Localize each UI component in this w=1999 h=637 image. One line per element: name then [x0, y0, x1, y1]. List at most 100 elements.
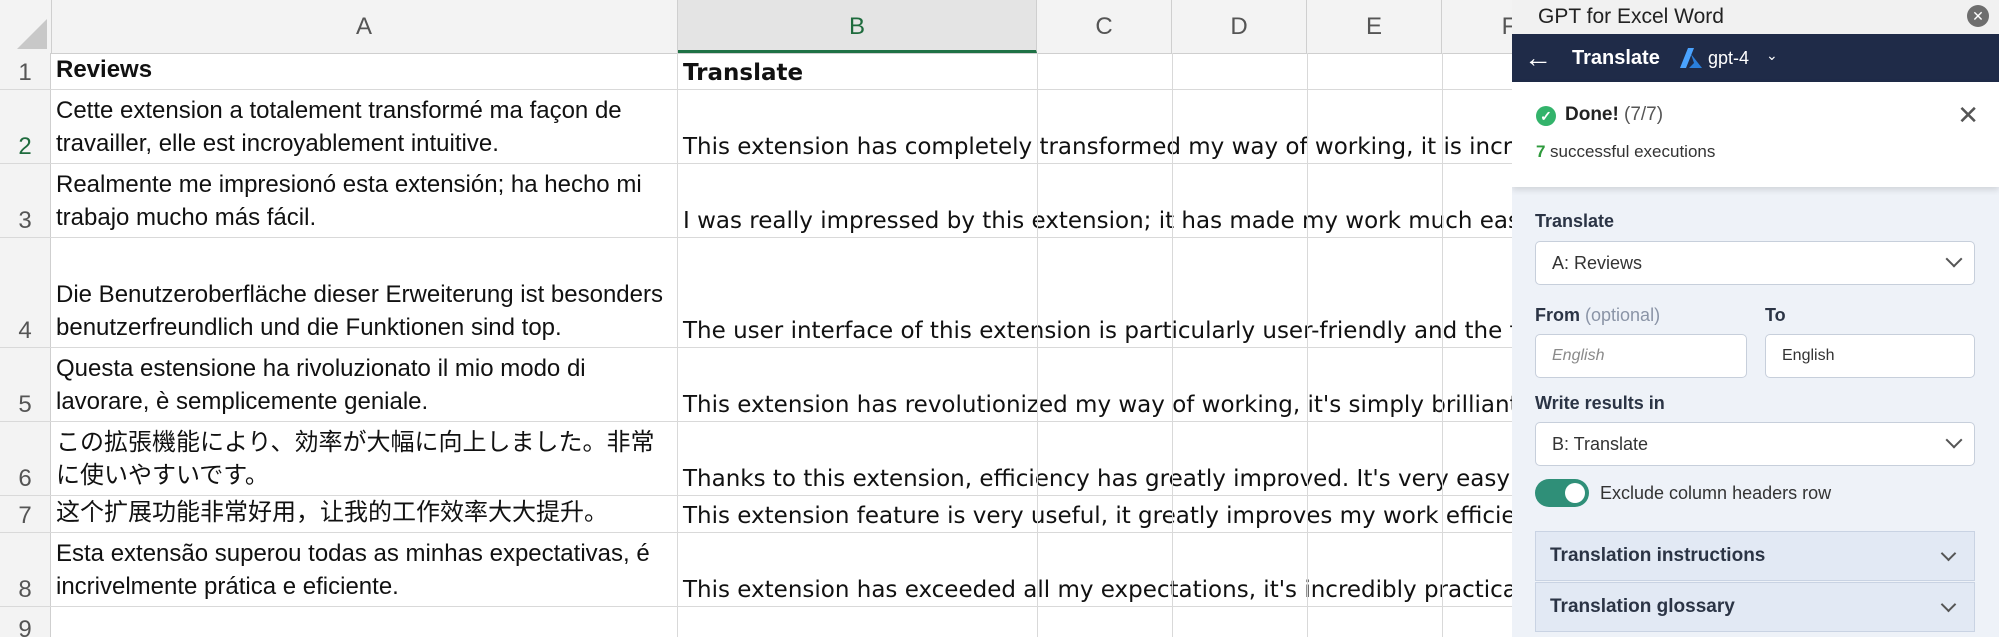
spreadsheet: ABCDEF 1 Reviews Translate 2 Cette extension…	[0, 0, 1512, 637]
cell-a[interactable]: Die Benutzeroberfläche dieser Erweiterun…	[51, 238, 678, 347]
table-row: 4 Die Benutzeroberfläche dieser Erweiteru…	[0, 238, 1512, 348]
cell-b-text: This extension has exceeded all my expec…	[683, 577, 1512, 603]
row-header[interactable]: 7	[0, 496, 51, 532]
cell-a[interactable]	[51, 607, 678, 637]
cell-a[interactable]: Realmente me impresionó esta extensión; …	[51, 164, 678, 237]
cell-b[interactable]: This extension has revolutionized my way…	[678, 348, 1512, 421]
from-label-text: From	[1535, 305, 1580, 325]
toggle-knob	[1565, 483, 1585, 503]
azure-logo-icon	[1680, 48, 1702, 68]
cell-b[interactable]: This extension has completely transforme…	[678, 90, 1512, 163]
write-results-select[interactable]: B: Translate	[1535, 422, 1975, 466]
cell-a[interactable]: Questa estensione ha rivoluzionato il mi…	[51, 348, 678, 421]
grid-line	[1037, 53, 1038, 637]
success-check-icon: ✓	[1536, 106, 1556, 126]
cell-a-text: Esta extensão superou todas as minhas ex…	[56, 540, 650, 600]
done-status: Done!	[1565, 104, 1619, 125]
cell-b-text: Translate	[683, 60, 804, 86]
cell-b[interactable]: I was really impressed by this extension…	[678, 164, 1512, 237]
chevron-down-icon[interactable]: ⌄	[1766, 47, 1778, 64]
table-row: 1 Reviews Translate	[0, 53, 1512, 90]
cell-b-text: Thanks to this extension, efficiency has…	[683, 466, 1512, 492]
chevron-down-icon	[1940, 545, 1957, 562]
success-text: successful executions	[1550, 142, 1716, 161]
to-label: To	[1765, 305, 1786, 325]
translate-label: Translate	[1535, 211, 1615, 231]
row-header[interactable]: 4	[0, 238, 51, 347]
cell-b-text: This extension has completely transforme…	[683, 134, 1512, 160]
row-header[interactable]: 2	[0, 90, 51, 163]
row-header[interactable]: 9	[0, 607, 51, 637]
chevron-down-icon	[1945, 250, 1963, 268]
table-row: 7 这个扩展功能非常好用，让我的工作效率大大提升。 This extension f…	[0, 496, 1512, 533]
table-row: 2 Cette extension a totalement transformé…	[0, 90, 1512, 164]
cell-b[interactable]: Translate	[678, 53, 1512, 89]
row-header[interactable]: 5	[0, 348, 51, 421]
to-language-input[interactable]: English	[1765, 334, 1975, 378]
cell-b[interactable]: Thanks to this extension, efficiency has…	[678, 422, 1512, 495]
panel-close-icon[interactable]: ✕	[1967, 5, 1989, 27]
column-header-d[interactable]: D	[1172, 0, 1307, 53]
cell-a[interactable]: Esta extensão superou todas as minhas ex…	[51, 533, 678, 606]
model-selector[interactable]: gpt-4	[1708, 48, 1749, 69]
from-label: From (optional)	[1535, 305, 1660, 326]
table-row: 3 Realmente me impresionó esta extensión;…	[0, 164, 1512, 238]
cell-a[interactable]: Reviews	[51, 53, 678, 89]
cell-a-text: Cette extension a totalement transformé …	[56, 97, 622, 157]
nav-title: Translate	[1572, 46, 1660, 69]
done-count: (7/7)	[1624, 104, 1664, 125]
accordion-title: Translation instructions	[1550, 545, 1766, 566]
cell-a-text: Realmente me impresionó esta extensión; …	[56, 171, 642, 231]
column-header-c[interactable]: C	[1037, 0, 1172, 53]
write-results-value: B: Translate	[1552, 433, 1649, 454]
column-header-b[interactable]: B	[678, 0, 1037, 53]
table-row: 9	[0, 607, 1512, 637]
select-all-triangle-icon	[17, 19, 47, 49]
cell-a-text: この拡張機能により、効率が大幅に向上しました。非常に使いやすいです。	[56, 429, 655, 489]
success-count: 7	[1536, 142, 1546, 161]
write-results-label: Write results in	[1535, 393, 1665, 413]
cell-b[interactable]: This extension has exceeded all my expec…	[678, 533, 1512, 606]
cell-a-text: 这个扩展功能非常好用，让我的工作效率大大提升。	[56, 499, 608, 526]
translation-glossary-accordion[interactable]: Translation glossary	[1535, 582, 1975, 632]
row-header[interactable]: 6	[0, 422, 51, 495]
cell-a-text: Questa estensione ha rivoluzionato il mi…	[56, 355, 586, 415]
column-header-a[interactable]: A	[51, 0, 678, 53]
from-optional-text: (optional)	[1585, 305, 1661, 325]
back-arrow-icon[interactable]: ←	[1524, 43, 1552, 73]
cell-a[interactable]: Cette extension a totalement transformé …	[51, 90, 678, 163]
from-language-input[interactable]: English	[1535, 334, 1747, 378]
notification-close-icon[interactable]: ✕	[1957, 100, 1979, 131]
cell-a[interactable]: 这个扩展功能非常好用，让我的工作效率大大提升。	[51, 496, 678, 532]
translate-source-select[interactable]: A: Reviews	[1535, 241, 1975, 285]
cell-b-text: This extension has revolutionized my way…	[683, 392, 1512, 418]
accordion-title: Translation glossary	[1550, 596, 1735, 617]
row-header[interactable]: 3	[0, 164, 51, 237]
column-header-row: ABCDEF	[0, 0, 1512, 54]
column-header-f[interactable]: F	[1442, 0, 1512, 53]
cell-a-text: Reviews	[56, 56, 153, 83]
row-header[interactable]: 8	[0, 533, 51, 606]
row-header[interactable]: 1	[0, 53, 51, 89]
exclude-headers-toggle[interactable]	[1535, 479, 1589, 507]
table-row: 5 Questa estensione ha rivoluzionato il m…	[0, 348, 1512, 422]
panel-title: GPT for Excel Word	[1538, 5, 1724, 28]
done-notification: ✓ Done! (7/7) ✕ 7 successful executions	[1512, 82, 1999, 187]
column-header-e[interactable]: E	[1307, 0, 1442, 53]
panel-titlebar: GPT for Excel Word ✕	[1512, 0, 1999, 34]
cell-b-text: The user interface of this extension is …	[683, 318, 1512, 344]
cell-a-text: Die Benutzeroberfläche dieser Erweiterun…	[56, 281, 663, 341]
chevron-down-icon	[1940, 596, 1957, 613]
cell-a[interactable]: この拡張機能により、効率が大幅に向上しました。非常に使いやすいです。	[51, 422, 678, 495]
cell-b[interactable]	[678, 607, 1512, 637]
table-row: 6 この拡張機能により、効率が大幅に向上しました。非常に使いやすいです。 Thank…	[0, 422, 1512, 496]
table-row: 8 Esta extensão superou todas as minhas e…	[0, 533, 1512, 607]
cell-b[interactable]: This extension feature is very useful, i…	[678, 496, 1512, 532]
cell-b[interactable]: The user interface of this extension is …	[678, 238, 1512, 347]
cell-b-text: This extension feature is very useful, i…	[683, 503, 1512, 529]
translation-instructions-accordion[interactable]: Translation instructions	[1535, 531, 1975, 581]
select-all-corner[interactable]	[0, 0, 52, 53]
panel-navbar: ← Translate gpt-4 ⌄	[1512, 34, 1999, 82]
grid-line	[1172, 53, 1173, 637]
gpt-sidebar-panel: GPT for Excel Word ✕ ← Translate gpt-4 ⌄…	[1512, 0, 1999, 637]
